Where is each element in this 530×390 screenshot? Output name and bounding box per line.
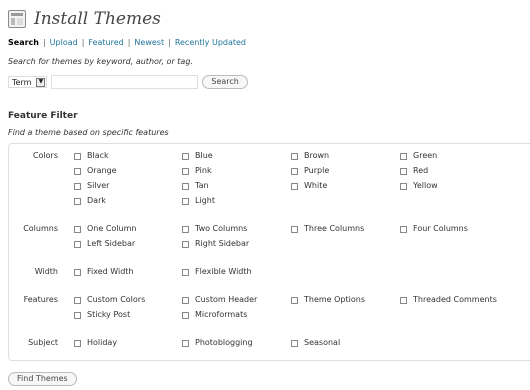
page-header: Install Themes: [8, 7, 161, 31]
feature-filter-box: Colors Black Blue Brown Green Orange Pin…: [8, 143, 530, 361]
checkbox[interactable]: [182, 240, 189, 248]
filter-label-features: Features: [23, 295, 58, 304]
checkbox[interactable]: [400, 225, 407, 233]
filter-option[interactable]: Custom Colors: [74, 294, 145, 306]
checkbox[interactable]: [74, 311, 81, 319]
find-themes-button[interactable]: Find Themes: [8, 372, 77, 386]
tab-upload[interactable]: Upload: [50, 38, 78, 47]
filter-option[interactable]: Left Sidebar: [74, 238, 135, 250]
checkbox[interactable]: [182, 225, 189, 233]
filter-option[interactable]: Theme Options: [291, 294, 365, 306]
filter-option[interactable]: Flexible Width: [182, 266, 252, 278]
checkbox[interactable]: [74, 268, 81, 276]
tab-separator: |: [168, 38, 171, 47]
checkbox[interactable]: [182, 268, 189, 276]
filter-option[interactable]: Tan: [182, 180, 209, 192]
checkbox[interactable]: [182, 311, 189, 319]
checkbox[interactable]: [400, 167, 407, 175]
filter-option[interactable]: Purple: [291, 165, 329, 177]
page-title: Install Themes: [34, 9, 161, 29]
checkbox[interactable]: [74, 167, 81, 175]
checkbox[interactable]: [291, 182, 298, 190]
filter-option[interactable]: Green: [400, 150, 437, 162]
checkbox[interactable]: [182, 339, 189, 347]
search-button[interactable]: Search: [202, 75, 248, 89]
search-type-select[interactable]: Term ▼: [8, 76, 48, 88]
filter-option[interactable]: Seasonal: [291, 337, 340, 349]
filter-label-columns: Columns: [23, 224, 58, 233]
filter-option[interactable]: Photoblogging: [182, 337, 253, 349]
filter-option[interactable]: Light: [182, 195, 215, 207]
checkbox[interactable]: [74, 152, 81, 160]
checkbox[interactable]: [291, 296, 298, 304]
checkbox[interactable]: [74, 296, 81, 304]
checkbox[interactable]: [182, 296, 189, 304]
checkbox[interactable]: [291, 167, 298, 175]
filter-option[interactable]: Holiday: [74, 337, 117, 349]
filter-label-width: Width: [34, 267, 58, 276]
checkbox[interactable]: [291, 225, 298, 233]
tab-search[interactable]: Search: [8, 38, 39, 47]
search-description: Search for themes by keyword, author, or…: [8, 57, 193, 66]
search-input[interactable]: [51, 75, 199, 89]
filter-option[interactable]: Silver: [74, 180, 109, 192]
tab-newest[interactable]: Newest: [134, 38, 164, 47]
feature-filter-heading: Feature Filter: [8, 111, 78, 121]
filter-option[interactable]: Right Sidebar: [182, 238, 249, 250]
filter-option[interactable]: Black: [74, 150, 109, 162]
checkbox[interactable]: [182, 197, 189, 205]
tab-separator: |: [42, 38, 46, 47]
filter-option[interactable]: Sticky Post: [74, 309, 130, 321]
checkbox[interactable]: [74, 240, 81, 248]
filter-option[interactable]: One Column: [74, 223, 136, 235]
checkbox[interactable]: [182, 182, 189, 190]
checkbox[interactable]: [74, 182, 81, 190]
filter-label-subject: Subject: [28, 338, 58, 347]
search-type-value: Term: [12, 77, 32, 87]
checkbox[interactable]: [400, 296, 407, 304]
filter-option[interactable]: Two Columns: [182, 223, 247, 235]
feature-filter-description: Find a theme based on specific features: [8, 128, 169, 137]
checkbox[interactable]: [74, 339, 81, 347]
filter-option[interactable]: Fixed Width: [74, 266, 134, 278]
tab-recently-updated[interactable]: Recently Updated: [175, 38, 246, 47]
filter-label-colors: Colors: [32, 151, 58, 160]
filter-option[interactable]: Dark: [74, 195, 106, 207]
filter-option[interactable]: Blue: [182, 150, 213, 162]
checkbox[interactable]: [291, 339, 298, 347]
checkbox[interactable]: [400, 182, 407, 190]
tab-separator: |: [81, 38, 85, 47]
filter-option[interactable]: Three Columns: [291, 223, 364, 235]
checkbox[interactable]: [182, 152, 189, 160]
filter-option[interactable]: Brown: [291, 150, 329, 162]
theme-install-tabs: Search | Upload | Featured | Newest | Recently U…: [8, 38, 246, 47]
filter-option[interactable]: Yellow: [400, 180, 438, 192]
search-form: Term ▼ Search: [8, 75, 248, 89]
filter-option[interactable]: White: [291, 180, 327, 192]
filter-option[interactable]: Threaded Comments: [400, 294, 497, 306]
checkbox[interactable]: [400, 152, 407, 160]
filter-option[interactable]: Pink: [182, 165, 212, 177]
checkbox[interactable]: [74, 197, 81, 205]
chevron-down-icon: ▼: [36, 77, 46, 87]
checkbox[interactable]: [182, 167, 189, 175]
tab-separator: |: [127, 38, 131, 47]
filter-option[interactable]: Four Columns: [400, 223, 468, 235]
appearance-icon: [8, 10, 26, 28]
tab-featured[interactable]: Featured: [88, 38, 123, 47]
checkbox[interactable]: [291, 152, 298, 160]
filter-option[interactable]: Red: [400, 165, 428, 177]
filter-option[interactable]: Orange: [74, 165, 117, 177]
filter-option[interactable]: Custom Header: [182, 294, 257, 306]
checkbox[interactable]: [74, 225, 81, 233]
filter-option[interactable]: Microformats: [182, 309, 247, 321]
